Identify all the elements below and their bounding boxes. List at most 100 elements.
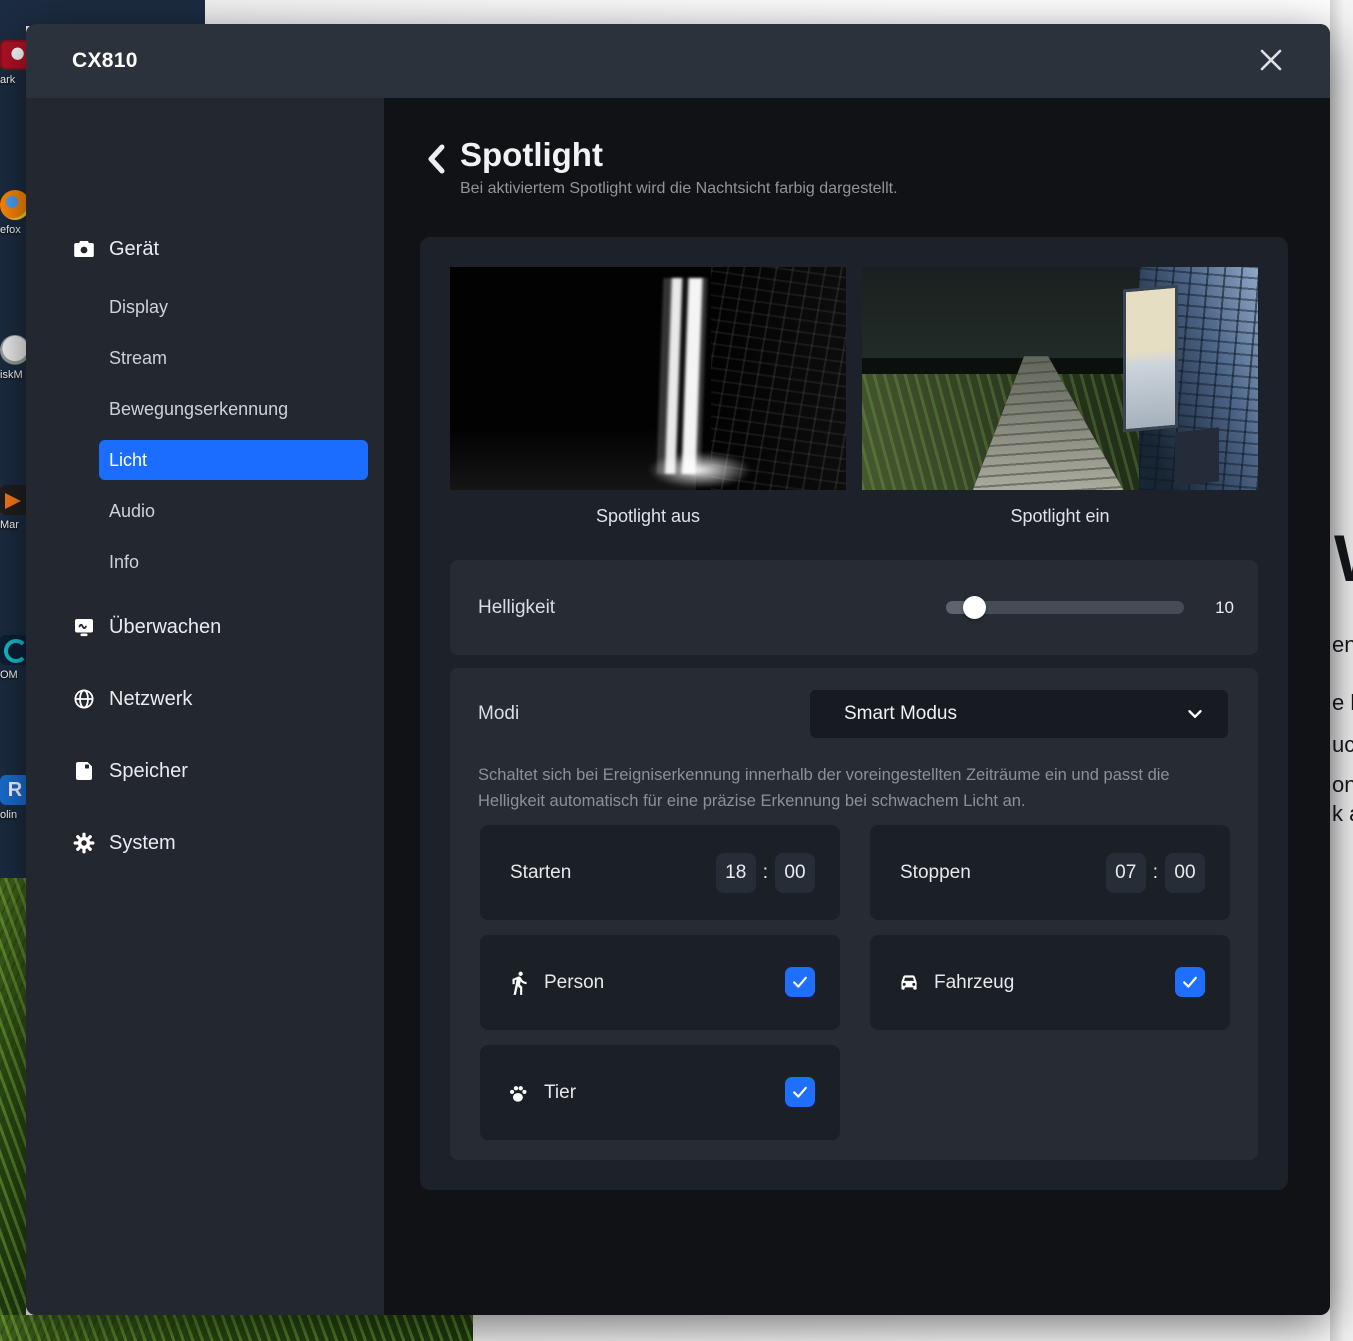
desktop-icon-caption: ark: [0, 74, 26, 86]
desktop-icon[interactable]: Mar: [0, 485, 26, 531]
sidebar-item-speicher[interactable]: Speicher: [26, 751, 384, 791]
page-text-fragment: uc: [1332, 732, 1353, 758]
start-label: Starten: [510, 825, 571, 920]
monitor-icon: [72, 615, 96, 639]
desktop-icon-caption: efox: [0, 224, 26, 236]
desktop-icon[interactable]: efox: [0, 190, 26, 236]
brightness-label: Helligkeit: [478, 560, 555, 655]
preview-caption: Spotlight aus: [450, 506, 846, 527]
sidebar-item-label: Speicher: [109, 760, 188, 783]
sidebar-item-stream[interactable]: Stream: [26, 333, 384, 384]
device-subsections: Display Stream Bewegungserkennung Licht …: [26, 282, 384, 588]
dialog-title: CX810: [72, 49, 138, 73]
spotlight-panel: Spotlight aus Spotlight ein: [420, 237, 1288, 1190]
page-text-fragment: W: [1334, 520, 1353, 596]
start-minute-input[interactable]: 00: [775, 853, 815, 893]
modes-card: Modi Smart Modus Schaltet sich bei Ereig…: [450, 668, 1258, 1160]
firefox-icon: [0, 190, 26, 220]
desktop-icon[interactable]: iskM: [0, 335, 26, 381]
sidebar-item-label: Audio: [109, 501, 155, 522]
desktop-icon-caption: Mar: [0, 519, 26, 531]
sidebar-item-label: Stream: [109, 348, 167, 369]
brightness-card: Helligkeit 10: [450, 560, 1258, 655]
time-separator: :: [1153, 862, 1158, 884]
app-icon: [0, 40, 26, 70]
stop-time-card: Stoppen 07 : 00: [870, 825, 1230, 920]
detection-label: Fahrzeug: [934, 935, 1014, 1030]
camera-settings-dialog: CX810 Gerät Display Stream Bewegungserke…: [26, 24, 1330, 1315]
mode-selected-value: Smart Modus: [810, 703, 957, 725]
stopwatch-icon: [0, 335, 26, 365]
mode-select[interactable]: Smart Modus: [810, 690, 1228, 738]
desktop-icon[interactable]: ark: [0, 40, 26, 86]
page-title: Spotlight: [460, 136, 898, 174]
sidebar-item-system[interactable]: System: [26, 823, 384, 863]
sidebar-item-bewegungserkennung[interactable]: Bewegungserkennung: [26, 384, 384, 435]
sidebar-item-ueberwachen[interactable]: Überwachen: [26, 607, 384, 647]
desktop-icon[interactable]: OM: [0, 635, 26, 681]
preview-comparison: Spotlight aus Spotlight ein: [450, 267, 1258, 527]
page-subtitle: Bei aktiviertem Spotlight wird die Nacht…: [460, 180, 898, 198]
brightness-slider[interactable]: [946, 601, 1184, 614]
start-time: 18 : 00: [716, 825, 815, 920]
sidebar-item-netzwerk[interactable]: Netzwerk: [26, 679, 384, 719]
vehicle-icon: [896, 970, 922, 996]
sidebar-item-label: Info: [109, 552, 139, 573]
app-icon: [0, 635, 26, 665]
sidebar-item-audio[interactable]: Audio: [26, 486, 384, 537]
camera-icon: [72, 237, 96, 261]
spotlight-settings-page: Spotlight Bei aktiviertem Spotlight wird…: [384, 98, 1330, 1315]
vehicle-checkbox-checked[interactable]: [1175, 967, 1205, 997]
sidebar-item-display[interactable]: Display: [26, 282, 384, 333]
detection-label: Person: [544, 935, 604, 1030]
modes-label: Modi: [478, 668, 519, 760]
sidebar-item-info[interactable]: Info: [26, 537, 384, 588]
detection-animal-card: Tier: [480, 1045, 840, 1140]
image-art: [1175, 427, 1219, 486]
sidebar-item-label: System: [109, 832, 176, 855]
sidebar-item-label: Gerät: [109, 238, 159, 261]
sidebar-item-label: Display: [109, 297, 168, 318]
close-button[interactable]: [1256, 46, 1286, 76]
schedule-detection-grid: Starten 18 : 00 Stoppen 07 :: [480, 825, 1230, 1140]
stop-hour-input[interactable]: 07: [1106, 853, 1146, 893]
app-icon: [0, 485, 26, 515]
animal-checkbox-checked[interactable]: [785, 1077, 815, 1107]
check-icon: [790, 972, 810, 992]
detection-person-card: Person: [480, 935, 840, 1030]
desktop-icon-caption: iskM: [0, 369, 26, 381]
night-vision-image-off: [450, 267, 846, 490]
person-running-icon: [506, 970, 532, 996]
sidebar-item-licht-selected[interactable]: Licht: [99, 440, 368, 480]
start-time-card: Starten 18 : 00: [480, 825, 840, 920]
globe-icon: [72, 687, 96, 711]
start-hour-input[interactable]: 18: [716, 853, 756, 893]
desktop-icon[interactable]: R olin: [0, 775, 26, 821]
sidebar-item-label: Licht: [109, 450, 147, 471]
sidebar-item-label: Überwachen: [109, 616, 221, 639]
desktop-wallpaper-grass-bottom: [0, 1315, 473, 1341]
slider-thumb[interactable]: [963, 596, 986, 619]
back-button[interactable]: [425, 144, 447, 174]
page-text-fragment: e k: [1332, 690, 1353, 716]
desktop-icon-strip: ark efox iskM Mar OM R olin: [0, 0, 26, 1341]
browser-page-edge: W en e k uc on k a: [1330, 0, 1353, 1341]
preview-caption: Spotlight ein: [862, 506, 1258, 527]
check-icon: [1180, 972, 1200, 992]
detection-label: Tier: [544, 1045, 576, 1140]
stop-label: Stoppen: [900, 825, 971, 920]
time-separator: :: [763, 862, 768, 884]
detection-vehicle-card: Fahrzeug: [870, 935, 1230, 1030]
dialog-header: CX810: [26, 24, 1330, 98]
stop-minute-input[interactable]: 00: [1165, 853, 1205, 893]
sidebar-item-geraet[interactable]: Gerät: [26, 229, 384, 269]
settings-sidebar: Gerät Display Stream Bewegungserkennung …: [26, 98, 384, 1315]
preview-spotlight-on: Spotlight ein: [862, 267, 1258, 527]
gear-icon: [72, 831, 96, 855]
preview-spotlight-off: Spotlight aus: [450, 267, 846, 527]
desktop-icon-caption: olin: [0, 809, 26, 821]
paw-icon: [506, 1080, 532, 1106]
person-checkbox-checked[interactable]: [785, 967, 815, 997]
image-art: [1123, 285, 1178, 433]
reolink-icon: R: [0, 775, 26, 805]
